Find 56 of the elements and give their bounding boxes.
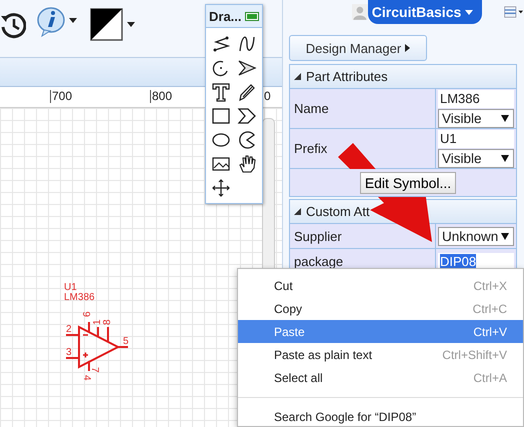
caret-icon	[501, 154, 509, 162]
dropdown[interactable]: Unknown	[438, 226, 514, 246]
menu-item[interactable]: Cut Ctrl+X	[238, 274, 523, 297]
collapse-icon	[294, 73, 301, 80]
arrowhead-icon[interactable]	[237, 58, 257, 78]
shortcut-label: Ctrl+X	[473, 278, 507, 292]
rectangle-icon[interactable]	[211, 106, 231, 126]
pin-number: 1	[92, 319, 103, 325]
shortcut-label: Ctrl+V	[473, 324, 507, 338]
pin-number: 6	[82, 311, 93, 317]
pie-icon[interactable]	[237, 130, 257, 150]
menu-item[interactable]: Paste Ctrl+V	[238, 320, 523, 343]
menu-item[interactable]: Paste as plain text Ctrl+Shift+V	[238, 343, 523, 366]
design-manager-button[interactable]: Design Manager	[289, 35, 427, 61]
pin-number: 7	[89, 367, 100, 373]
collapse-icon	[294, 208, 301, 215]
part-name: LM386	[64, 293, 95, 303]
edit-symbol-button[interactable]: Edit Symbol...	[360, 172, 456, 194]
pin-number: 2	[66, 324, 72, 335]
part-designator: U1	[64, 283, 77, 293]
chevron-icon[interactable]	[237, 106, 257, 126]
curve-icon[interactable]	[237, 34, 257, 54]
wire-icon[interactable]	[211, 34, 231, 54]
minimize-icon[interactable]	[245, 12, 259, 20]
text-field[interactable]: U1	[438, 130, 514, 148]
shortcut-label: Ctrl+C	[472, 302, 507, 316]
caret-icon	[501, 114, 509, 122]
caret-icon	[501, 232, 509, 240]
menu-item[interactable]: Copy Ctrl+C	[238, 297, 523, 320]
pin-number: 4	[81, 375, 92, 381]
pencil-icon[interactable]	[237, 82, 257, 102]
pin-number: 3	[66, 347, 72, 358]
info-icon[interactable]	[36, 6, 78, 38]
user-menu-button[interactable]: CircuitBasics	[368, 0, 482, 24]
hand-icon[interactable]	[237, 154, 257, 174]
caret-icon	[405, 44, 410, 52]
text-field[interactable]: LM386	[438, 90, 514, 108]
ruler-label: 800	[150, 90, 172, 103]
pin-number: 8	[102, 319, 113, 325]
dropdown[interactable]: Visible	[438, 108, 514, 128]
menu-item[interactable]: Search Google for “DIP08”	[238, 405, 523, 427]
shortcut-label: Ctrl+A	[473, 370, 507, 384]
shortcut-label: Ctrl+Shift+V	[442, 348, 507, 362]
palette-title: Dra...	[209, 8, 242, 24]
ruler-label: 0	[263, 90, 271, 103]
ruler-label: 700	[50, 90, 72, 103]
attribute-label: Name	[290, 89, 436, 128]
history-icon[interactable]	[0, 10, 26, 40]
dropdown[interactable]: Visible	[438, 148, 514, 168]
text-tool-icon[interactable]	[211, 82, 231, 102]
move-icon[interactable]	[211, 178, 231, 198]
caret-icon	[465, 10, 474, 14]
color-swatch-icon[interactable]	[90, 8, 136, 42]
section-header[interactable]: Part Attributes	[289, 64, 517, 89]
pin-number: 5	[123, 336, 129, 347]
menu-item[interactable]: Select all Ctrl+A	[238, 366, 523, 389]
